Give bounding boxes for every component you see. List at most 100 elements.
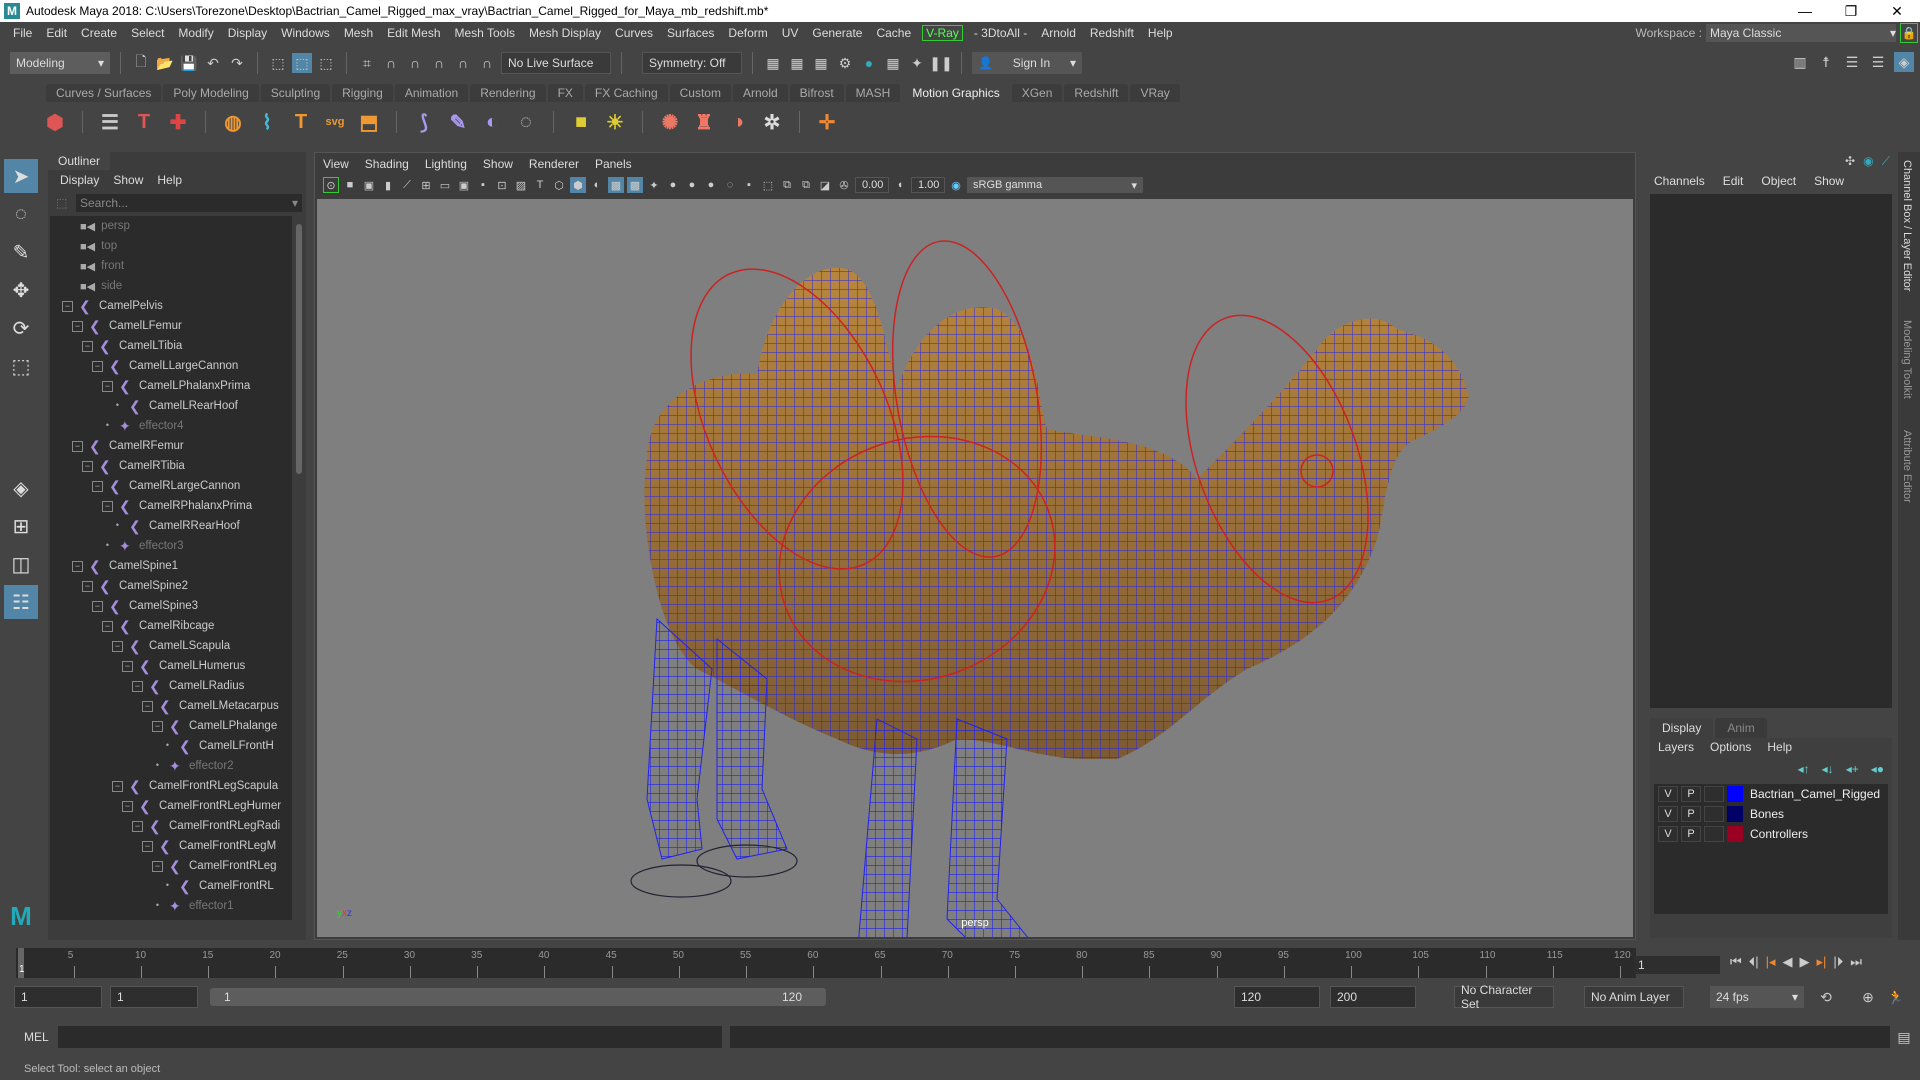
collapse-toggle[interactable]: − bbox=[82, 340, 93, 352]
playback-toggle[interactable]: P bbox=[1681, 826, 1701, 842]
shelf-tab-fx-caching[interactable]: FX Caching bbox=[584, 84, 668, 102]
collapse-toggle[interactable]: − bbox=[102, 620, 113, 632]
shelf-tab-sculpting[interactable]: Sculpting bbox=[260, 84, 331, 102]
lasso-tool-icon[interactable]: ◌ bbox=[4, 197, 38, 231]
undo-icon[interactable]: ↶ bbox=[203, 53, 223, 73]
script-editor-icon[interactable]: ▤ bbox=[1894, 1027, 1914, 1047]
menu-mesh-display[interactable]: Mesh Display bbox=[522, 26, 608, 40]
side-tab-attribute-editor[interactable]: Attribute Editor bbox=[1901, 430, 1913, 503]
collapse-toggle[interactable]: − bbox=[62, 300, 73, 312]
shelf-tab-bifrost[interactable]: Bifrost bbox=[789, 84, 844, 102]
boolean-icon[interactable]: ◐ bbox=[479, 109, 505, 135]
layer-row[interactable]: V P Bones bbox=[1654, 804, 1888, 824]
sign-in-dropdown[interactable]: 👤 Sign In ▾ bbox=[972, 52, 1082, 74]
outliner-layout-icon[interactable]: ☷ bbox=[4, 585, 38, 619]
side-tab-modeling-toolkit[interactable]: Modeling Toolkit bbox=[1901, 320, 1913, 399]
menu-redshift[interactable]: Redshift bbox=[1083, 26, 1141, 40]
grid-icon[interactable]: ⊞ bbox=[418, 177, 434, 193]
menu-modify[interactable]: Modify bbox=[171, 26, 220, 40]
step-forward-frame-icon[interactable]: |⏵ bbox=[1833, 954, 1843, 970]
render-current-icon[interactable]: ▦ bbox=[787, 53, 807, 73]
tab-anim[interactable]: Anim bbox=[1715, 718, 1767, 738]
sphere-icon[interactable]: ◍ bbox=[220, 109, 246, 135]
outliner-item[interactable]: − ❮ CamelPelvis bbox=[62, 296, 163, 316]
outliner-tab[interactable]: Outliner bbox=[48, 152, 111, 170]
3d-viewport[interactable]: yxz persp bbox=[317, 199, 1633, 937]
text-icon[interactable]: T bbox=[288, 109, 314, 135]
motion-blur-icon[interactable]: ● bbox=[703, 177, 719, 193]
gamma-field[interactable]: 1.00 bbox=[911, 177, 945, 193]
collapse-toggle[interactable]: − bbox=[72, 560, 83, 572]
outliner-menu-show[interactable]: Show bbox=[113, 173, 143, 187]
color-management-icon[interactable]: ◉ bbox=[948, 177, 964, 193]
snap-live-icon[interactable]: ∩ bbox=[453, 53, 473, 73]
shelf-tab-vray[interactable]: VRay bbox=[1130, 84, 1180, 102]
xray-joints-icon[interactable]: ⧉ bbox=[798, 177, 814, 193]
layers-menu[interactable]: Layers bbox=[1658, 740, 1694, 754]
loop-icon[interactable]: ⟲ bbox=[1816, 987, 1836, 1007]
snap-point-icon[interactable]: ∩ bbox=[405, 53, 425, 73]
lock-icon[interactable]: 🔒 bbox=[1900, 23, 1918, 43]
xray-icon[interactable]: ⧉ bbox=[779, 177, 795, 193]
collapse-toggle[interactable]: − bbox=[122, 800, 133, 812]
menu-v-ray[interactable]: V-Ray bbox=[922, 25, 963, 41]
new-layer-icon[interactable]: ◂+ bbox=[1846, 762, 1859, 776]
explode-icon[interactable]: ✲ bbox=[759, 109, 785, 135]
range-bar[interactable]: 1 120 bbox=[210, 988, 826, 1006]
open-scene-icon[interactable]: 📂 bbox=[155, 53, 175, 73]
field-chart-icon[interactable]: ⊡ bbox=[494, 177, 510, 193]
collapse-toggle[interactable]: − bbox=[92, 360, 103, 372]
textured-icon[interactable]: ▩ bbox=[627, 177, 643, 193]
tool-settings-icon[interactable]: ☰ bbox=[1868, 52, 1888, 72]
layer-row[interactable]: V P Controllers bbox=[1654, 824, 1888, 844]
outliner-item[interactable]: − ❮ CamelLHumerus bbox=[122, 656, 245, 676]
graph-icon[interactable]: ⟋ bbox=[1882, 154, 1890, 169]
viewport-menu-lighting[interactable]: Lighting bbox=[425, 157, 467, 171]
new-layer-selected-icon[interactable]: ◂● bbox=[1871, 762, 1884, 776]
pause-viewport-icon[interactable]: ❚❚ bbox=[929, 53, 952, 73]
outliner-item[interactable]: • ✦ effector3 bbox=[102, 536, 184, 556]
move-layer-up-icon[interactable]: ◂↑ bbox=[1798, 762, 1810, 776]
menu-edit-mesh[interactable]: Edit Mesh bbox=[380, 26, 447, 40]
type-tool-icon[interactable]: T bbox=[131, 109, 157, 135]
curve-nodes-icon[interactable]: ⌇ bbox=[254, 109, 280, 135]
outliner-search-input[interactable]: Search... ▾ bbox=[76, 194, 302, 212]
step-back-key-icon[interactable]: |◂ bbox=[1766, 954, 1776, 970]
vray-icon[interactable]: ⊙ bbox=[323, 177, 339, 193]
collapse-toggle[interactable]: − bbox=[92, 480, 103, 492]
paint-select-tool-icon[interactable]: ✎ bbox=[4, 235, 38, 269]
outliner-item[interactable]: ■◀ persp bbox=[80, 216, 130, 236]
camera-icon[interactable]: ■ bbox=[342, 177, 358, 193]
outliner-item[interactable]: − ❮ CamelFrontRLegM bbox=[142, 836, 276, 856]
outliner-item[interactable]: ■◀ top bbox=[80, 236, 117, 256]
play-forward-icon[interactable]: ▶ bbox=[1800, 954, 1810, 970]
symmetry-dropdown[interactable]: Symmetry: Off bbox=[642, 52, 742, 74]
step-forward-key-icon[interactable]: ▸| bbox=[1817, 954, 1827, 970]
layer-row[interactable]: V P Bactrian_Camel_Rigged bbox=[1654, 784, 1888, 804]
edit-menu[interactable]: Edit bbox=[1723, 174, 1744, 188]
collapse-toggle[interactable]: − bbox=[122, 660, 133, 672]
go-to-start-icon[interactable]: ⏮ bbox=[1730, 954, 1742, 970]
shelf-tab-animation[interactable]: Animation bbox=[394, 84, 469, 102]
shelf-tab-poly-modeling[interactable]: Poly Modeling bbox=[163, 84, 259, 102]
display-type-toggle[interactable] bbox=[1704, 806, 1724, 822]
outliner-item[interactable]: − ❮ CamelLPhalange bbox=[152, 716, 277, 736]
mel-label[interactable]: MEL bbox=[24, 1030, 49, 1044]
default-material-icon[interactable]: ◐ bbox=[589, 177, 605, 193]
safe-action-icon[interactable]: ▨ bbox=[513, 177, 529, 193]
shadows-icon[interactable]: ● bbox=[665, 177, 681, 193]
shelf-tab-custom[interactable]: Custom bbox=[669, 84, 731, 102]
fps-dropdown[interactable]: 24 fps ▾ bbox=[1710, 986, 1804, 1008]
minimize-button[interactable]: — bbox=[1782, 0, 1828, 22]
anti-aliasing-icon[interactable]: ◌ bbox=[722, 177, 738, 193]
go-to-end-icon[interactable]: ⏭ bbox=[1850, 954, 1862, 970]
film-gate-icon[interactable]: ▭ bbox=[437, 177, 453, 193]
rotate-tool-icon[interactable]: ⟳ bbox=[4, 311, 38, 345]
box-build-icon[interactable]: ⬒ bbox=[356, 109, 382, 135]
camera-light-icon[interactable]: ■ bbox=[568, 109, 594, 135]
outliner-item[interactable]: − ❮ CamelFrontRLeg bbox=[152, 856, 277, 876]
outliner-menu-help[interactable]: Help bbox=[157, 173, 182, 187]
locator-icon[interactable]: ✛ bbox=[814, 109, 840, 135]
collapse-toggle[interactable]: − bbox=[152, 860, 163, 872]
viewport-menu-view[interactable]: View bbox=[323, 157, 349, 171]
